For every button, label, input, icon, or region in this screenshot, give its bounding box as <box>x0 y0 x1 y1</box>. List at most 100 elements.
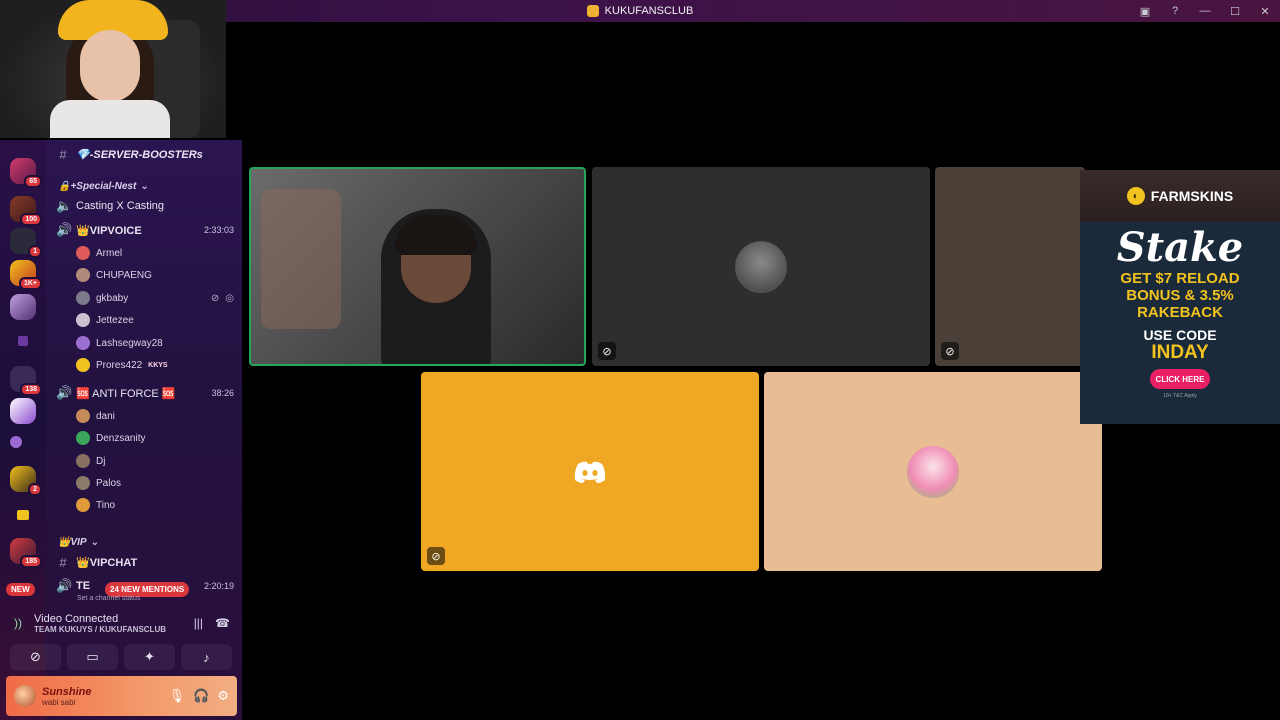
server-badge: 185 <box>20 555 42 568</box>
new-unreads-pill[interactable]: NEW <box>6 583 35 596</box>
server-icon[interactable]: 138 <box>10 366 42 396</box>
mic-muted-icon: ⊘ <box>941 342 959 360</box>
avatar <box>76 454 90 468</box>
server-icon[interactable] <box>10 398 36 424</box>
channel-casting[interactable]: 🔈 Casting X Casting <box>56 196 234 216</box>
call-timer: 2:33:03 <box>203 225 234 235</box>
noise-suppression-icon[interactable]: ||| <box>194 616 203 630</box>
server-icon[interactable]: 100 <box>10 196 42 226</box>
ad-promo-line: RAKEBACK <box>1137 304 1223 321</box>
server-icon[interactable] <box>10 436 22 448</box>
streamer-face <box>80 30 140 102</box>
mic-muted-icon: ⊘ <box>598 342 616 360</box>
channel-name: 💎-SERVER-BOOSTERs <box>76 148 203 161</box>
hash-icon: # <box>59 146 67 162</box>
channel-vipvoice[interactable]: 🔊 👑VIPVOICE 2:33:03 <box>56 220 234 240</box>
close-button[interactable]: ✕ <box>1250 0 1280 22</box>
disconnect-icon[interactable]: ☎ <box>215 616 230 630</box>
video-tile-avatar[interactable]: ⊘ <box>592 167 930 366</box>
participant-avatar <box>735 240 787 293</box>
blurred-background <box>261 189 341 329</box>
server-badge: 65 <box>24 175 42 188</box>
camera-off-button[interactable]: ⊘ <box>10 644 61 670</box>
soundboard-button[interactable]: ♪ <box>181 644 232 670</box>
participant-avatar <box>907 445 959 498</box>
ad-fineprint: 18+ T&C Apply <box>1163 393 1197 399</box>
voice-channel-path[interactable]: TEAM KUKUYS / KUKUFANSCLUB <box>34 625 166 634</box>
chevron-down-icon: ⌄ <box>90 536 99 548</box>
voice-user[interactable]: Armel <box>76 243 234 263</box>
username: CHUPAENG <box>96 269 152 281</box>
username: Armel <box>96 247 123 259</box>
folder-icon[interactable] <box>18 336 28 346</box>
avatar <box>76 431 90 445</box>
participant-hair <box>395 215 477 255</box>
channel-server-boosters[interactable]: # 💎-SERVER-BOOSTERs <box>56 144 234 164</box>
video-tile-default-avatar[interactable]: ⊘ <box>421 372 759 571</box>
server-icon[interactable]: 185 <box>10 538 42 568</box>
voice-user[interactable]: Palos <box>76 473 234 493</box>
voice-user[interactable]: Jettezee <box>76 310 234 330</box>
username: Palos <box>96 477 122 489</box>
category-special-nest[interactable]: 🔒+Special-Nest ⌄ <box>58 178 149 194</box>
sponsor-ad[interactable]: ◐ FARMSKINS Stake GET $7 RELOAD BONUS & … <box>1080 170 1280 424</box>
server-badge: 1K+ <box>18 277 42 290</box>
server-badge: 1 <box>28 245 42 258</box>
streamer-webcam <box>0 0 226 138</box>
minimize-button[interactable]: — <box>1190 0 1220 22</box>
microphone-icon[interactable]: 🎙 <box>169 688 186 704</box>
username: Denzsanity <box>96 432 146 444</box>
voice-user[interactable]: Prores422 KKYS <box>76 355 234 375</box>
avatar[interactable] <box>14 685 36 707</box>
voice-status: Video Connected <box>34 612 119 625</box>
server-icon[interactable]: 1K+ <box>10 260 42 290</box>
inbox-icon[interactable]: ▣ <box>1130 0 1160 22</box>
channel-antiforce[interactable]: 🔊 🆘 ANTI FORCE 🆘 38:26 <box>56 383 234 403</box>
server-icon[interactable]: 1 <box>10 228 42 258</box>
username: Lashsegway28 <box>96 337 163 349</box>
video-tile-avatar[interactable] <box>764 372 1102 571</box>
voice-user[interactable]: Denzsanity <box>76 428 234 448</box>
maximize-button[interactable]: ☐ <box>1220 0 1250 22</box>
voice-user[interactable]: Tino <box>76 495 234 515</box>
avatar <box>76 336 90 350</box>
channel-name: Casting X Casting <box>76 200 165 212</box>
server-badge: 2 <box>28 483 42 496</box>
folder-icon[interactable] <box>17 510 29 520</box>
server-icon[interactable]: 2 <box>10 466 42 496</box>
video-tile-avatar[interactable]: ⊘ <box>935 167 1085 366</box>
username: Sunshine <box>42 685 92 698</box>
window-title: KUKUFANSCLUB <box>586 5 693 17</box>
voice-user[interactable]: CHUPAENG <box>76 265 234 285</box>
custom-status: wabi sabi <box>42 697 76 707</box>
ad-click-here-button[interactable]: CLICK HERE <box>1150 369 1210 389</box>
avatar <box>76 268 90 282</box>
signal-icon[interactable]: )) <box>14 616 34 630</box>
streamer-body <box>50 100 170 138</box>
avatar <box>76 476 90 490</box>
help-icon[interactable]: ? <box>1160 0 1190 22</box>
video-tile-camera[interactable] <box>249 167 586 366</box>
username: gkbaby <box>96 292 129 304</box>
avatar <box>76 409 90 423</box>
username: Jettezee <box>96 314 134 326</box>
mic-muted-icon: ⊘ <box>427 547 445 565</box>
headphones-icon[interactable]: 🎧 <box>193 688 209 704</box>
channel-name: TE <box>76 580 91 592</box>
voice-user[interactable]: dani <box>76 406 234 426</box>
chevron-down-icon: ⌄ <box>140 180 149 192</box>
voice-user[interactable]: gkbaby ⊘ ◎ <box>76 288 234 308</box>
server-icon[interactable]: 65 <box>10 158 42 188</box>
ad-code: INDAY <box>1151 342 1209 363</box>
activities-button[interactable]: ✦ <box>124 644 175 670</box>
settings-gear-icon[interactable]: ⚙ <box>217 688 229 704</box>
voice-user[interactable]: Dj <box>76 451 234 471</box>
server-icon[interactable] <box>10 294 36 320</box>
voice-user[interactable]: Lashsegway28 <box>76 333 234 353</box>
set-channel-status[interactable]: Set a channel status <box>77 595 140 602</box>
speaker-icon: 🔊 <box>56 578 73 593</box>
ad-use-code: USE CODE <box>1143 327 1217 343</box>
category-vip[interactable]: 👑VIP ⌄ <box>58 534 99 550</box>
channel-vipchat[interactable]: # 👑VIPCHAT <box>56 552 234 572</box>
screen-share-button[interactable]: ▭ <box>67 644 118 670</box>
